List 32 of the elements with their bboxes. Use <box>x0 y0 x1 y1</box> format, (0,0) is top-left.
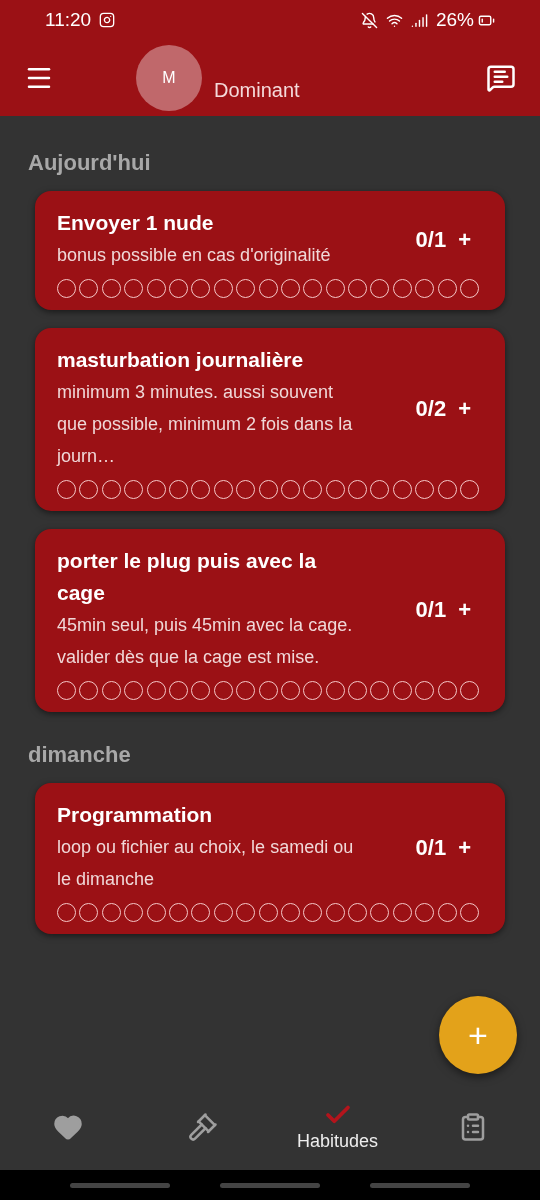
increment-button[interactable]: + <box>458 592 471 626</box>
habit-description: bonus possible en cas d'originalité <box>57 244 332 267</box>
section-title: Aujourd'hui <box>28 149 152 177</box>
habit-count: 0/1 <box>415 833 447 862</box>
avatar[interactable]: M <box>136 45 202 111</box>
user-role: Dominant <box>214 78 300 103</box>
habit-count: 0/1 <box>415 595 447 624</box>
habit-card[interactable]: porter le plug puis avec la cage 45min seul, puis 45min avec la cage. valider dès que la cage est mise. 0/1 + <box>35 529 505 712</box>
habit-card[interactable]: Envoyer 1 nude bonus possible en cas d'originalité 0/1 + <box>35 191 505 310</box>
status-time: 11:20 <box>45 7 92 32</box>
increment-button[interactable]: + <box>458 391 471 425</box>
habit-description: 45min seul, puis 45min avec la cage. valider dès que la cage est mise. <box>57 614 354 669</box>
mute-icon <box>360 11 378 29</box>
chat-button[interactable] <box>486 63 516 93</box>
habit-card[interactable]: Programmation loop ou fichier au choix, le samedi ou le dimanche 0/1 + <box>35 783 505 934</box>
habit-description: loop ou fichier au choix, le samedi ou le dimanche <box>57 836 355 891</box>
habit-card[interactable]: masturbation journalière minimum 3 minutes. aussi souvent que possible, minimum 2 fois dans la journ… 0/2 + <box>35 328 505 511</box>
battery-percent: 26% <box>435 7 474 32</box>
habit-title: porter le plug puis avec la cage <box>57 548 318 606</box>
instagram-icon <box>99 12 116 28</box>
gavel-icon <box>187 1112 218 1142</box>
habit-description: minimum 3 minutes. aussi souvent que possible, minimum 2 fois dans la journ… <box>57 381 354 468</box>
habit-title: masturbation journalière <box>57 347 305 373</box>
increment-button[interactable]: + <box>458 222 471 256</box>
section-title: dimanche <box>28 741 132 769</box>
increment-button[interactable]: + <box>458 830 471 864</box>
habit-count: 0/1 <box>415 225 447 254</box>
signal-icon <box>410 11 428 29</box>
nav-tab[interactable]: Habitudes <box>270 1100 405 1152</box>
habit-count: 0/2 <box>415 394 447 423</box>
habit-title: Programmation <box>57 802 214 828</box>
habit-title: Envoyer 1 nude <box>57 210 215 236</box>
